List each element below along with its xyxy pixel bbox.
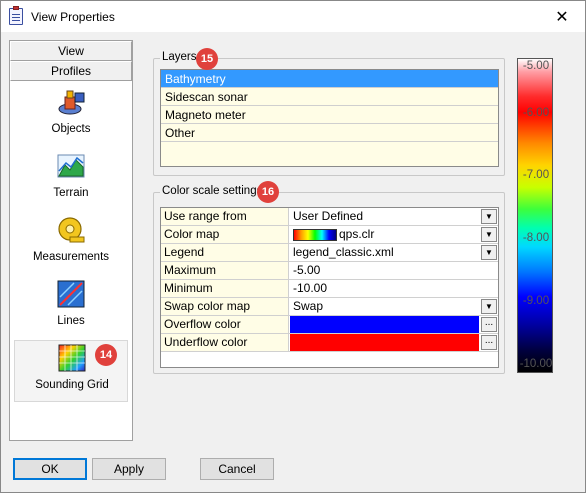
nav-item-lines[interactable]: Lines: [14, 277, 128, 339]
ellipsis-button[interactable]: ...: [481, 335, 497, 350]
underflow-color-swatch[interactable]: [290, 334, 479, 351]
layer-item-magneto-meter[interactable]: Magneto meter: [161, 106, 498, 124]
underflow-color-picker[interactable]: ...: [290, 334, 498, 351]
measuring-tape-icon: [58, 217, 85, 243]
prop-row-minimum: Minimum -10.00: [161, 280, 498, 298]
overflow-color-swatch[interactable]: [290, 316, 479, 333]
prop-value: User Defined: [293, 209, 364, 223]
sounding-grid-icon: [58, 344, 86, 372]
legend-tick: -6.00: [522, 107, 550, 119]
legend-tick: -7.00: [522, 169, 550, 181]
prop-row-underflow-color: Underflow color ...: [161, 334, 498, 352]
nav-item-objects[interactable]: Objects: [14, 85, 128, 147]
callout-badge-15: 15: [196, 48, 218, 70]
nav-tab-profiles[interactable]: Profiles: [10, 61, 132, 81]
overflow-color-picker[interactable]: ...: [290, 316, 498, 333]
prop-key: Maximum: [161, 262, 289, 279]
callout-badge-14: 14: [95, 344, 117, 366]
color-legend-bar: -5.00 -6.00 -7.00 -8.00 -9.00 -10.00: [517, 58, 553, 373]
prop-key: Legend: [161, 244, 289, 261]
clipboard-icon: [9, 6, 23, 25]
dropdown-arrow-icon[interactable]: ▼: [481, 299, 497, 314]
ok-button[interactable]: OK: [13, 458, 87, 480]
nav-item-terrain[interactable]: Terrain: [14, 149, 128, 211]
legend-dropdown[interactable]: legend_classic.xml ▼: [290, 244, 498, 261]
apply-button[interactable]: Apply: [92, 458, 166, 480]
nav-item-label: Lines: [57, 315, 85, 327]
layer-item-sidescan-sonar[interactable]: Sidescan sonar: [161, 88, 498, 106]
layer-item-bathymetry[interactable]: Bathymetry: [161, 70, 498, 88]
maximum-field[interactable]: -5.00: [290, 262, 498, 279]
layers-group: Layers Bathymetry Sidescan sonar Magneto…: [153, 51, 505, 176]
terrain-icon: [57, 154, 85, 178]
prop-key: Overflow color: [161, 316, 289, 333]
prop-key: Color map: [161, 226, 289, 243]
prop-key: Swap color map: [161, 298, 289, 315]
prop-row-use-range-from: Use range from User Defined ▼: [161, 208, 498, 226]
ellipsis-button[interactable]: ...: [481, 317, 497, 332]
prop-key: Use range from: [161, 208, 289, 225]
layers-list: Bathymetry Sidescan sonar Magneto meter …: [160, 69, 499, 167]
nav-item-label: Sounding Grid: [35, 379, 109, 391]
prop-row-swap-color-map: Swap color map Swap ▼: [161, 298, 498, 316]
cancel-button[interactable]: Cancel: [200, 458, 274, 480]
nav-tab-view[interactable]: View: [10, 41, 132, 61]
color-map-preview: [293, 228, 337, 241]
legend-tick: -8.00: [522, 232, 550, 244]
prop-row-legend: Legend legend_classic.xml ▼: [161, 244, 498, 262]
color-scale-group-title: Color scale settings: [160, 185, 265, 197]
swap-color-map-dropdown[interactable]: Swap ▼: [290, 298, 498, 315]
prop-value: legend_classic.xml: [293, 245, 394, 259]
color-scale-property-grid: Use range from User Defined ▼ Color map …: [160, 207, 499, 368]
layer-item-other[interactable]: Other: [161, 124, 498, 142]
use-range-from-dropdown[interactable]: User Defined ▼: [290, 208, 498, 225]
nav-item-measurements[interactable]: Measurements: [14, 213, 128, 275]
dropdown-arrow-icon[interactable]: ▼: [481, 245, 497, 260]
dropdown-arrow-icon[interactable]: ▼: [481, 209, 497, 224]
view-properties-dialog: View Properties ✕ View Profiles Objects …: [0, 0, 586, 493]
objects-icon: [58, 90, 85, 115]
nav-item-label: Measurements: [32, 251, 110, 263]
legend-tick: -5.00: [522, 60, 550, 72]
layers-group-title: Layers: [160, 51, 199, 63]
prop-row-color-map: Color map qps.clr ▼: [161, 226, 498, 244]
minimum-field[interactable]: -10.00: [290, 280, 498, 297]
nav-item-label: Terrain: [53, 187, 89, 199]
prop-row-maximum: Maximum -5.00: [161, 262, 498, 280]
lines-icon: [57, 280, 85, 308]
prop-row-overflow-color: Overflow color ...: [161, 316, 498, 334]
category-nav: View Profiles Objects Terrain Measuremen…: [9, 40, 133, 441]
callout-badge-16: 16: [257, 181, 279, 203]
legend-tick: -10.00: [519, 358, 553, 370]
legend-tick: -9.00: [522, 295, 550, 307]
window-title: View Properties: [31, 10, 115, 24]
prop-value: Swap: [293, 299, 324, 313]
close-button[interactable]: ✕: [539, 1, 585, 32]
title-bar: View Properties ✕: [1, 1, 585, 32]
nav-item-label: Objects: [51, 123, 91, 135]
prop-key: Minimum: [161, 280, 289, 297]
prop-key: Underflow color: [161, 334, 289, 351]
color-map-dropdown[interactable]: qps.clr ▼: [290, 226, 498, 243]
color-scale-group: Color scale settings Use range from User…: [153, 185, 505, 374]
dropdown-arrow-icon[interactable]: ▼: [481, 227, 497, 242]
prop-value: qps.clr: [339, 227, 375, 241]
